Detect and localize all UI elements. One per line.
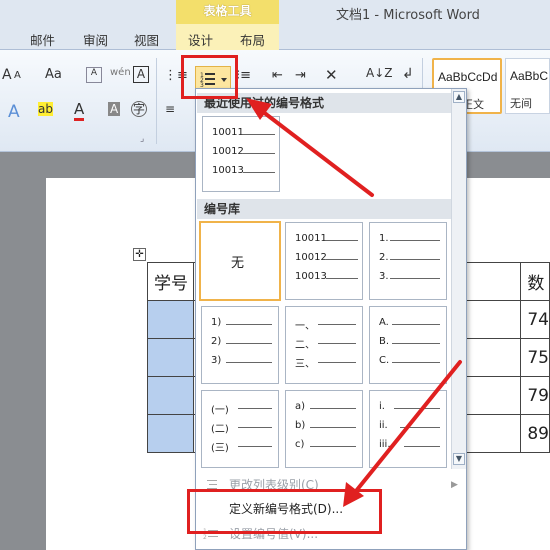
annotation-arrow-top <box>256 106 374 197</box>
annotation-arrows <box>246 98 462 507</box>
annotation-arrow-bottom <box>350 360 462 498</box>
